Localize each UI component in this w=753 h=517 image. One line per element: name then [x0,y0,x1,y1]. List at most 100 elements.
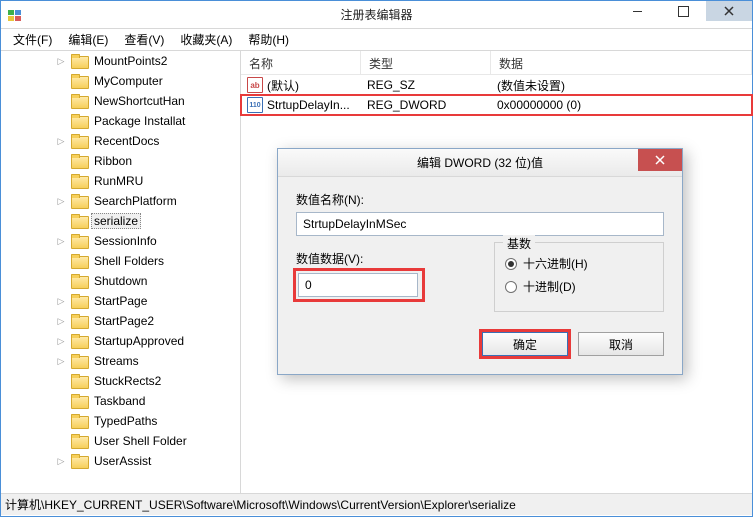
close-button[interactable] [706,1,752,21]
app-icon [7,7,23,23]
menu-help[interactable]: 帮助(H) [240,29,297,50]
tree-item-label: SessionInfo [91,233,160,249]
tree-item-typedpaths[interactable]: TypedPaths [1,411,240,431]
tree-arrow-icon[interactable] [55,56,67,67]
titlebar: 注册表编辑器 [1,1,752,29]
value-name-label: 数值名称(N): [296,191,664,208]
tree-item-streams[interactable]: Streams [1,351,240,371]
tree-item-sessioninfo[interactable]: SessionInfo [1,231,240,251]
tree-arrow-icon[interactable] [55,456,67,467]
folder-icon [71,94,87,108]
radio-hex-label: 十六进制(H) [523,255,588,272]
ok-button[interactable]: 确定 [482,332,568,356]
tree-item-startpage[interactable]: StartPage [1,291,240,311]
tree-item-label: SearchPlatform [91,193,180,209]
cancel-button[interactable]: 取消 [578,332,664,356]
value-data-label: 数值数据(V): [296,250,476,267]
tree-item-ribbon[interactable]: Ribbon [1,151,240,171]
tree-item-label: RunMRU [91,173,146,189]
tree-item-label: StartPage [91,293,150,309]
folder-icon [71,334,87,348]
tree-item-recentdocs[interactable]: RecentDocs [1,131,240,151]
tree-arrow-icon[interactable] [55,236,67,247]
value-name: StrtupDelayIn... [267,98,350,112]
tree-item-user-shell-folder[interactable]: User Shell Folder [1,431,240,451]
tree-item-shutdown[interactable]: Shutdown [1,271,240,291]
tree-item-userassist[interactable]: UserAssist [1,451,240,471]
tree-item-package-installat[interactable]: Package Installat [1,111,240,131]
statusbar: 计算机\HKEY_CURRENT_USER\Software\Microsoft… [1,493,752,515]
tree-item-runmru[interactable]: RunMRU [1,171,240,191]
folder-icon [71,254,87,268]
tree-item-mycomputer[interactable]: MyComputer [1,71,240,91]
menu-favorites[interactable]: 收藏夹(A) [172,29,240,50]
list-header: 名称 类型 数据 [241,51,752,75]
tree-item-label: UserAssist [91,453,154,469]
maximize-button[interactable] [660,1,706,21]
col-data[interactable]: 数据 [491,51,752,74]
tree-arrow-icon[interactable] [55,196,67,207]
tree-item-newshortcuthan[interactable]: NewShortcutHan [1,91,240,111]
tree-item-shell-folders[interactable]: Shell Folders [1,251,240,271]
tree-item-taskband[interactable]: Taskband [1,391,240,411]
list-row[interactable]: ab(默认)REG_SZ(数值未设置) [241,75,752,95]
string-value-icon: ab [247,77,263,93]
value-data-highlight [296,271,422,299]
tree-item-label: serialize [91,213,141,229]
tree-item-startupapproved[interactable]: StartupApproved [1,331,240,351]
tree-item-stuckrects2[interactable]: StuckRects2 [1,371,240,391]
radio-dec-row[interactable]: 十进制(D) [505,278,653,295]
folder-icon [71,454,87,468]
dialog-close-button[interactable] [638,149,682,171]
dialog-titlebar[interactable]: 编辑 DWORD (32 位)值 [278,149,682,177]
ok-button-label: 确定 [513,336,537,353]
value-data-input[interactable] [298,273,418,297]
folder-icon [71,134,87,148]
folder-icon [71,214,87,228]
window-controls [614,1,752,21]
col-name[interactable]: 名称 [241,51,361,74]
tree-scroll[interactable]: MountPoints2 MyComputer NewShortcutHanPack… [1,51,240,493]
folder-icon [71,294,87,308]
minimize-button[interactable] [614,1,660,21]
col-type[interactable]: 类型 [361,51,491,74]
folder-icon [71,114,87,128]
tree-arrow-icon[interactable] [55,316,67,327]
menu-view[interactable]: 查看(V) [116,29,172,50]
tree-item-startpage2[interactable]: StartPage2 [1,311,240,331]
tree-item-label: StuckRects2 [91,373,164,389]
tree-item-label: Shell Folders [91,253,167,269]
menubar: 文件(F) 编辑(E) 查看(V) 收藏夹(A) 帮助(H) [1,29,752,51]
binary-value-icon: 110 [247,97,263,113]
value-type: REG_SZ [361,78,491,92]
tree-item-label: MyComputer [91,73,166,89]
radio-hex-row[interactable]: 十六进制(H) [505,255,653,272]
tree-arrow-icon[interactable] [55,336,67,347]
list-body: ab(默认)REG_SZ(数值未设置) 110 StrtupDelayIn... RE… [241,75,752,115]
tree-arrow-icon[interactable] [55,356,67,367]
tree-item-serialize[interactable]: serialize [1,211,240,231]
tree-item-label: StartupApproved [91,333,187,349]
folder-icon [71,354,87,368]
radio-dec-label: 十进制(D) [523,278,576,295]
value-name-input[interactable] [296,212,664,236]
value-data: 0x00000000 (0) [491,98,752,112]
tree-item-label: TypedPaths [91,413,160,429]
cancel-button-label: 取消 [609,336,633,353]
folder-icon [71,414,87,428]
tree-arrow-icon[interactable] [55,136,67,147]
list-row[interactable]: 110StrtupDelayIn...REG_DWORD0x00000000 (… [241,95,752,115]
radio-hex[interactable] [505,258,517,270]
menu-file[interactable]: 文件(F) [5,29,60,50]
folder-icon [71,234,87,248]
radio-dec[interactable] [505,281,517,293]
tree-item-searchplatform[interactable]: SearchPlatform [1,191,240,211]
base-legend: 基数 [503,235,535,252]
menu-edit[interactable]: 编辑(E) [60,29,116,50]
tree-item-label: Streams [91,353,142,369]
base-fieldset: 基数 十六进制(H) 十进制(D) [494,242,664,312]
tree-item-mountpoints2[interactable]: MountPoints2 [1,51,240,71]
tree-arrow-icon[interactable] [55,296,67,307]
status-path: 计算机\HKEY_CURRENT_USER\Software\Microsoft… [5,496,516,513]
folder-icon [71,374,87,388]
